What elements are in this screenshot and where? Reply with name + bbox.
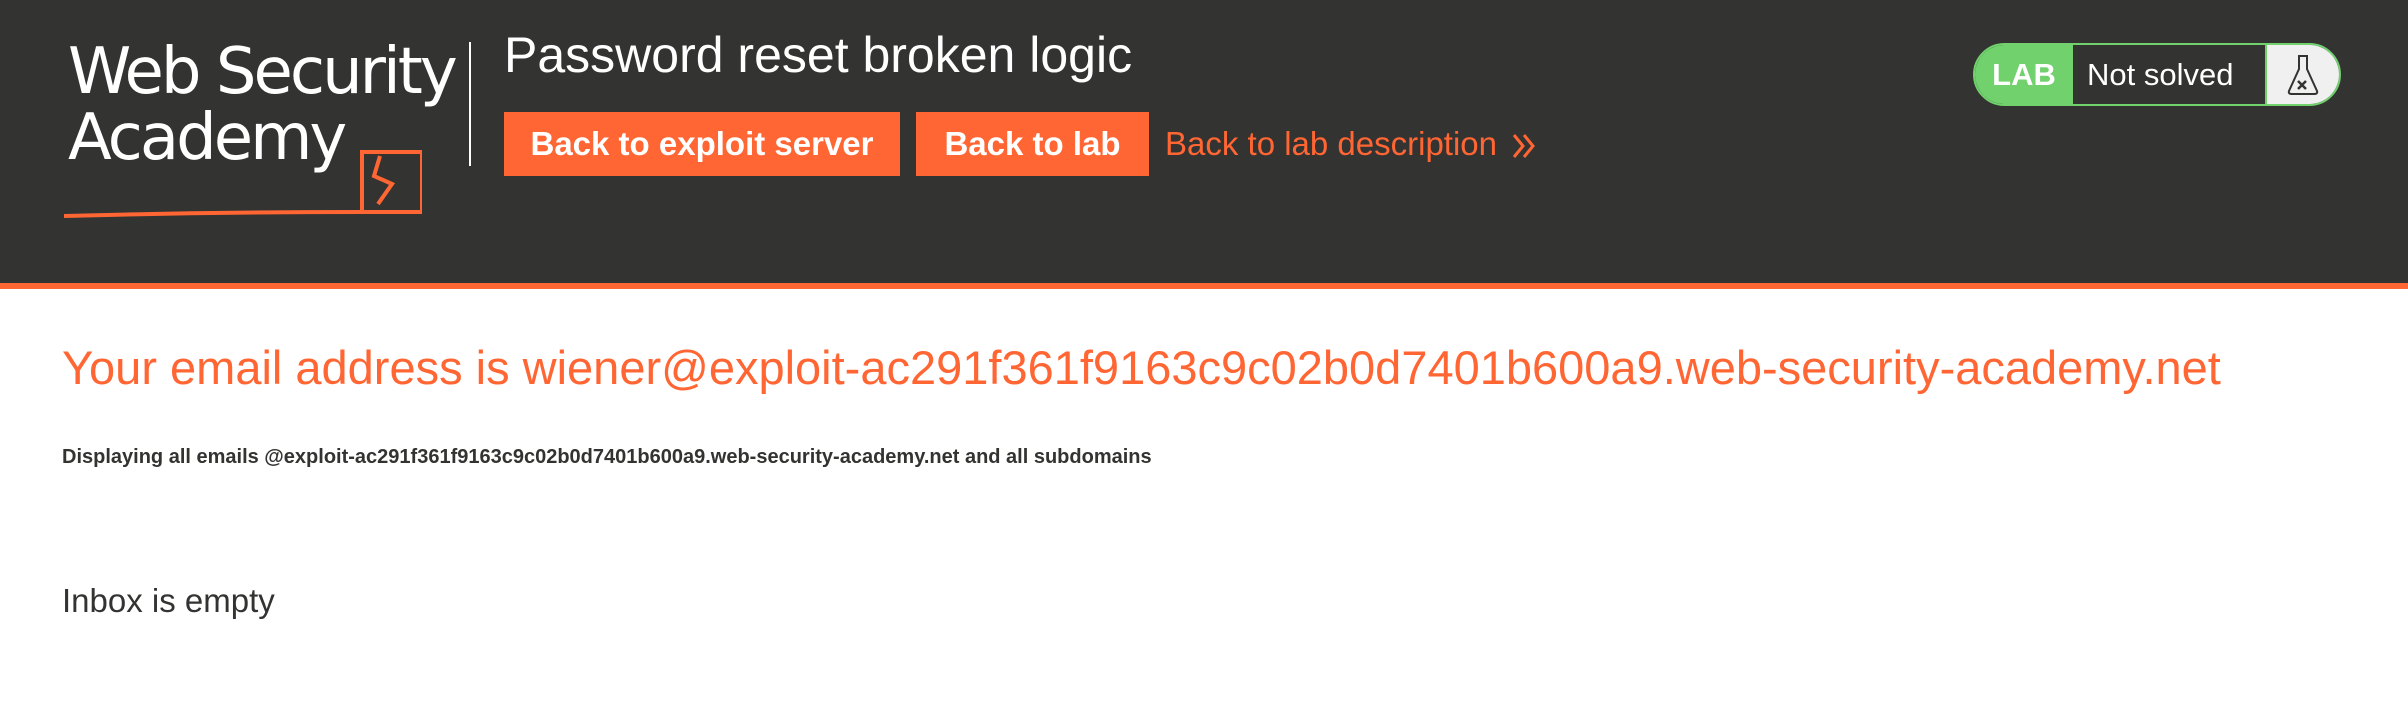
logo-text-line1: Web Security xyxy=(68,35,458,109)
logo-underline-icon xyxy=(63,150,422,218)
email-address-heading: Your email address is wiener@exploit-ac2… xyxy=(62,341,2221,394)
lab-status-text: Not solved xyxy=(2087,57,2234,92)
back-to-lab-description-label: Back to lab description xyxy=(1165,125,1498,162)
flask-icon xyxy=(2287,54,2319,95)
double-chevron-right-icon xyxy=(1512,134,1535,159)
lab-badge: LAB xyxy=(1975,45,2073,104)
back-to-lab-description-link[interactable]: Back to lab description xyxy=(1165,112,1537,176)
lab-title: Password reset broken logic xyxy=(504,27,1133,83)
inbox-status: Inbox is empty xyxy=(62,582,275,619)
logo-divider xyxy=(469,42,471,166)
display-emails-note: Displaying all emails @exploit-ac291f361… xyxy=(62,446,1152,468)
back-to-exploit-server-button[interactable]: Back to exploit server xyxy=(504,112,900,176)
header-bar: Web Security Academy Password reset brok… xyxy=(0,0,2408,289)
web-security-academy-logo[interactable]: Web Security Academy xyxy=(62,35,472,218)
lab-status-widget: LAB Not solved xyxy=(1973,43,2341,106)
back-to-lab-button[interactable]: Back to lab xyxy=(916,112,1149,176)
status-icon-box xyxy=(2265,45,2339,104)
